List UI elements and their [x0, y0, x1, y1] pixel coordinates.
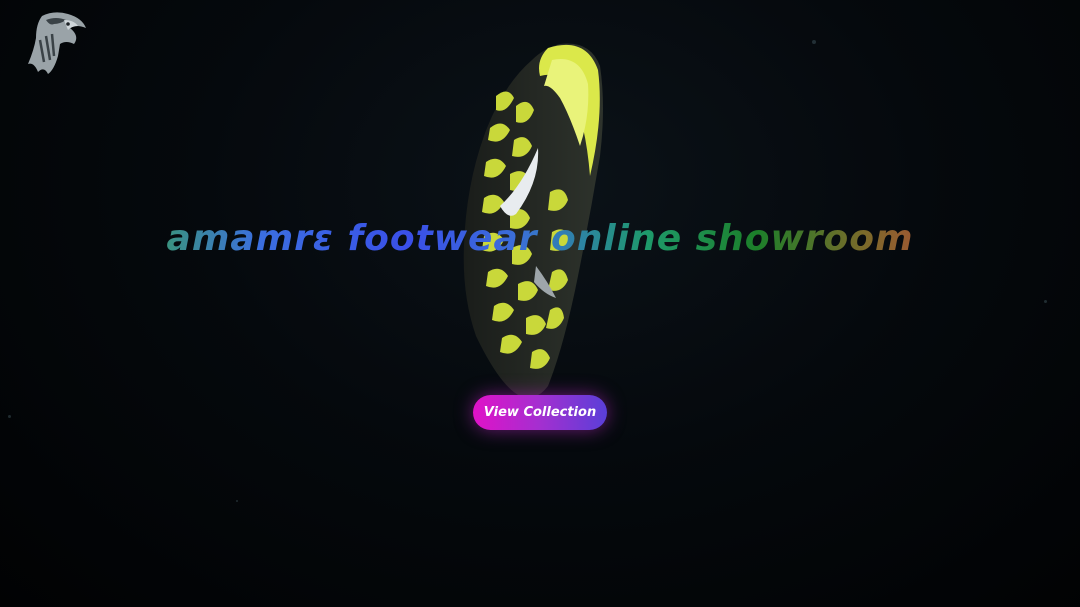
page-title: amamrε footwear online showroom [0, 216, 1080, 262]
view-collection-button[interactable]: View Collection [473, 395, 607, 430]
background-speck [236, 500, 238, 502]
background-speck [812, 40, 816, 44]
hero-stage: amamrε footwear online showroom View Col… [0, 0, 1080, 607]
background-speck [8, 415, 11, 418]
ram-head-logo-icon[interactable] [24, 10, 88, 76]
background-speck [1044, 300, 1047, 303]
